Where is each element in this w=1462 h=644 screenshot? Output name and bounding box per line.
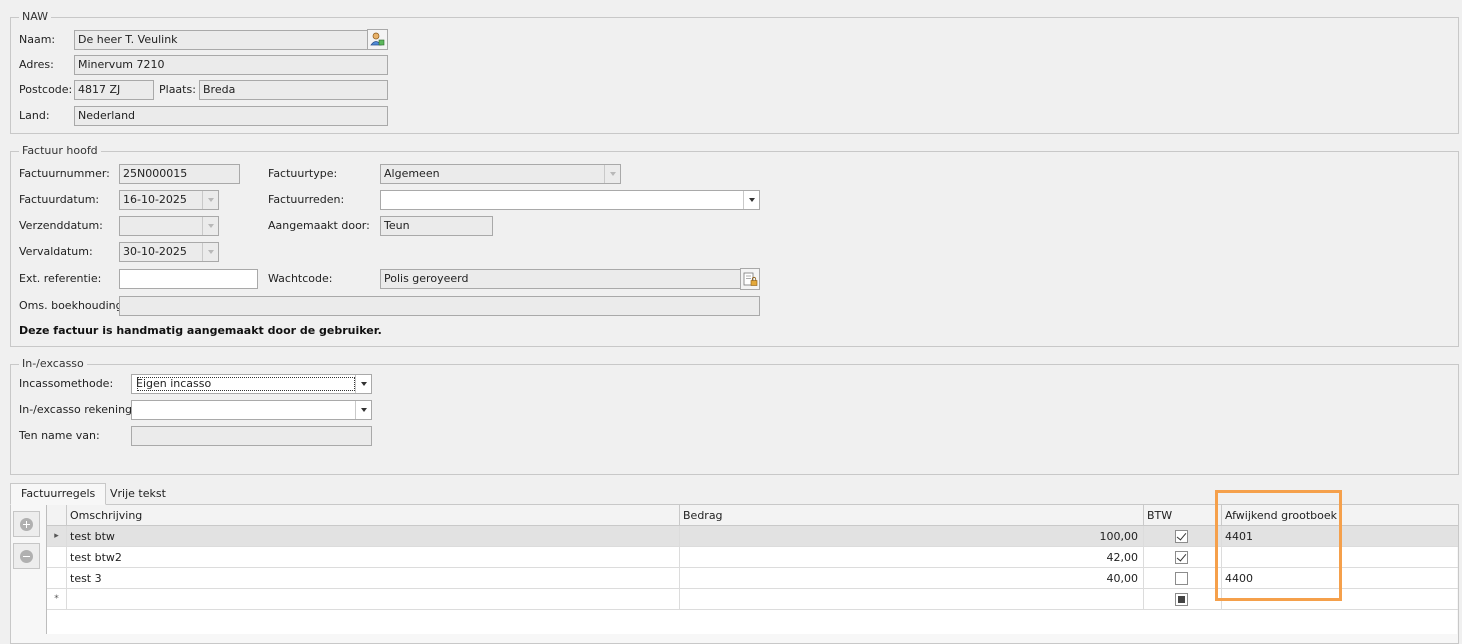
factuurreden-dropdown-button[interactable] xyxy=(743,191,759,209)
naam-field[interactable]: De heer T. Veulink xyxy=(74,30,368,50)
chevron-down-icon xyxy=(360,382,367,386)
plaats-field[interactable]: Breda xyxy=(199,80,388,100)
excasso-rekening-label: In-/excasso rekening: xyxy=(19,403,136,416)
new-row-indicator: * xyxy=(47,589,67,610)
incassomethode-value: Eigen incasso xyxy=(135,375,357,393)
chevron-down-icon xyxy=(748,198,755,202)
plaats-label: Plaats: xyxy=(159,83,196,96)
add-row-button[interactable] xyxy=(13,511,40,537)
factuurdatum-value: 16-10-2025 xyxy=(123,193,187,206)
lock-document-icon xyxy=(743,272,757,286)
cell-omschrijving[interactable]: test btw xyxy=(67,526,680,547)
cell-btw[interactable] xyxy=(1144,547,1222,568)
wachtcode-label: Wachtcode: xyxy=(268,272,333,285)
incassomethode-label: Incassomethode: xyxy=(19,377,114,390)
factuur-hoofd-legend: Factuur hoofd xyxy=(19,144,101,157)
wachtcode-field[interactable]: Polis geroyeerd xyxy=(380,269,741,289)
aangemaakt-door-field[interactable]: Teun xyxy=(380,216,493,236)
excasso-rekening-dropdown-button[interactable] xyxy=(355,401,371,419)
aangemaakt-door-label: Aangemaakt door: xyxy=(268,219,370,232)
header-btw[interactable]: BTW xyxy=(1144,505,1222,526)
vervaldatum-combo[interactable]: 30-10-2025 xyxy=(119,242,219,262)
ext-referentie-label: Ext. referentie: xyxy=(19,272,102,285)
postcode-label: Postcode: xyxy=(19,83,73,96)
factuurreden-label: Factuurreden: xyxy=(268,193,345,206)
factuurtype-label: Factuurtype: xyxy=(268,167,338,180)
wachtcode-lock-button[interactable] xyxy=(740,268,760,290)
row-indicator xyxy=(47,568,67,589)
incasso-legend: In-/excasso xyxy=(19,357,87,370)
vervaldatum-dropdown-button[interactable] xyxy=(202,243,218,261)
chevron-down-icon xyxy=(207,250,214,254)
current-row-indicator: ▸ xyxy=(47,526,67,547)
naw-legend: NAW xyxy=(19,10,52,23)
cell-omschrijving[interactable]: test 3 xyxy=(67,568,680,589)
factuurnummer-label: Factuurnummer: xyxy=(19,167,110,180)
minus-circle-icon xyxy=(20,549,33,563)
factuurnummer-field[interactable]: 25N000015 xyxy=(119,164,240,184)
btw-checkbox[interactable] xyxy=(1175,593,1188,606)
tab-vrije-tekst[interactable]: Vrije tekst xyxy=(100,484,176,506)
vervaldatum-label: Vervaldatum: xyxy=(19,245,93,258)
ten-name-van-field[interactable] xyxy=(131,426,372,446)
factuurdatum-label: Factuurdatum: xyxy=(19,193,100,206)
chevron-down-icon xyxy=(207,198,214,202)
oms-boekhouding-field[interactable] xyxy=(119,296,760,316)
relation-lookup-button[interactable] xyxy=(367,29,388,50)
cell-bedrag[interactable]: 42,00 xyxy=(680,547,1144,568)
chevron-down-icon xyxy=(360,408,367,412)
header-indicator xyxy=(47,505,67,526)
cell-btw[interactable] xyxy=(1144,589,1222,610)
land-field[interactable]: Nederland xyxy=(74,106,388,126)
chevron-down-icon xyxy=(609,172,616,176)
cell-btw[interactable] xyxy=(1144,526,1222,547)
chevron-down-icon xyxy=(207,224,214,228)
factuurtype-value: Algemeen xyxy=(384,167,440,180)
factuurtype-combo[interactable]: Algemeen xyxy=(380,164,621,184)
postcode-field[interactable]: 4817 ZJ xyxy=(74,80,154,100)
cell-bedrag[interactable] xyxy=(680,589,1144,610)
factuurtype-dropdown-button[interactable] xyxy=(604,165,620,183)
factuurdatum-dropdown-button[interactable] xyxy=(202,191,218,209)
btw-checkbox[interactable] xyxy=(1175,572,1188,585)
factuurdatum-combo[interactable]: 16-10-2025 xyxy=(119,190,219,210)
adres-field[interactable]: Minervum 7210 xyxy=(74,55,388,75)
adres-label: Adres: xyxy=(19,58,54,71)
verzenddatum-label: Verzenddatum: xyxy=(19,219,103,232)
tab-factuurregels[interactable]: Factuurregels xyxy=(10,483,107,505)
remove-row-button[interactable] xyxy=(13,543,40,569)
cell-btw[interactable] xyxy=(1144,568,1222,589)
ten-name-van-label: Ten name van: xyxy=(19,429,100,442)
oms-boekhouding-label: Oms. boekhouding: xyxy=(19,299,127,312)
header-omschrijving[interactable]: Omschrijving xyxy=(67,505,680,526)
incassomethode-combo[interactable]: Eigen incasso xyxy=(131,374,372,394)
header-bedrag[interactable]: Bedrag xyxy=(680,505,1144,526)
cell-bedrag[interactable]: 40,00 xyxy=(680,568,1144,589)
manual-invoice-note: Deze factuur is handmatig aangemaakt doo… xyxy=(19,324,382,337)
highlight-annotation xyxy=(1215,490,1342,601)
verzenddatum-combo[interactable] xyxy=(119,216,219,236)
btw-checkbox[interactable] xyxy=(1175,551,1188,564)
land-label: Land: xyxy=(19,109,50,122)
incassomethode-dropdown-button[interactable] xyxy=(355,375,371,393)
ext-referentie-input[interactable] xyxy=(119,269,258,289)
naam-label: Naam: xyxy=(19,33,56,46)
person-lookup-icon xyxy=(370,32,385,46)
cell-omschrijving[interactable] xyxy=(67,589,680,610)
excasso-rekening-combo[interactable] xyxy=(131,400,372,420)
btw-checkbox[interactable] xyxy=(1175,530,1188,543)
vervaldatum-value: 30-10-2025 xyxy=(123,245,187,258)
verzenddatum-dropdown-button[interactable] xyxy=(202,217,218,235)
row-indicator xyxy=(47,547,67,568)
cell-bedrag[interactable]: 100,00 xyxy=(680,526,1144,547)
factuurreden-combo[interactable] xyxy=(380,190,760,210)
cell-omschrijving[interactable]: test btw2 xyxy=(67,547,680,568)
plus-circle-icon xyxy=(20,517,33,531)
